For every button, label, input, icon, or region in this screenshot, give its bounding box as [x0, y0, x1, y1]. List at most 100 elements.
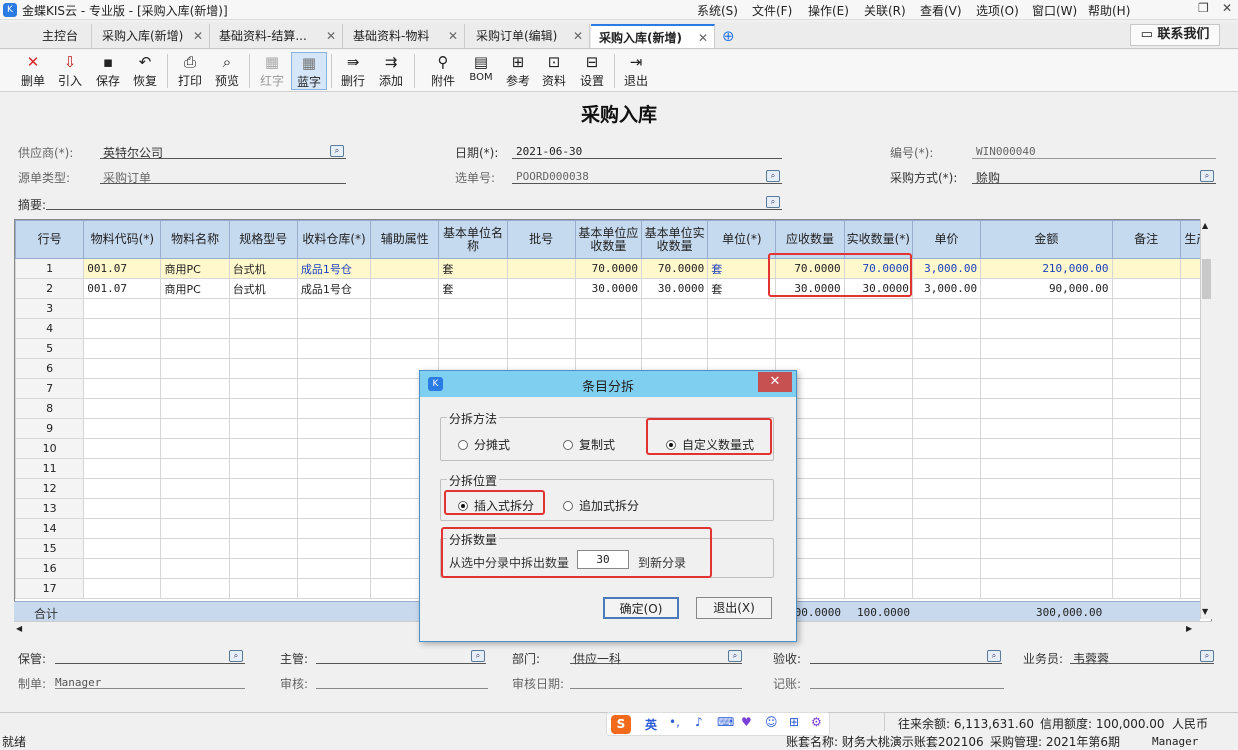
grid-cell[interactable] [843, 298, 913, 319]
menu-view[interactable]: 查看(V) [920, 2, 962, 19]
grid-cell[interactable] [707, 298, 777, 319]
attachment-button[interactable]: ⚲ 附件 [425, 52, 461, 90]
grid-cell[interactable] [438, 298, 508, 319]
tab-close-icon[interactable]: ✕ [573, 24, 583, 48]
grid-cell[interactable] [296, 558, 372, 579]
scroll-down-icon[interactable]: ▼ [1202, 607, 1208, 616]
grid-cell[interactable] [160, 378, 230, 399]
grid-cell[interactable] [911, 478, 982, 499]
grid-cell[interactable] [83, 318, 162, 339]
grid-cell[interactable] [83, 338, 162, 359]
grid-cell[interactable] [296, 398, 372, 419]
grid-cell[interactable] [506, 298, 576, 319]
grid-cell[interactable] [911, 538, 982, 559]
inspect-lookup-icon[interactable]: ⌕ [987, 650, 1001, 662]
grid-cell[interactable] [1111, 558, 1181, 579]
grid-cell[interactable] [911, 498, 982, 519]
grid-cell[interactable] [980, 478, 1113, 499]
grid-cell[interactable] [228, 378, 298, 399]
grid-cell[interactable] [296, 378, 372, 399]
grid-cell[interactable] [160, 338, 230, 359]
grid-cell[interactable] [296, 578, 372, 599]
table-row[interactable]: 5 [15, 338, 1211, 359]
menu-file[interactable]: 文件(F) [752, 2, 792, 19]
settings-gear-icon[interactable]: ⚙ [811, 715, 822, 729]
grid-cell[interactable] [1111, 338, 1181, 359]
tab-close-icon[interactable]: ✕ [698, 26, 708, 50]
settings-button[interactable]: ⊟ 设置 [574, 52, 610, 90]
grid-cell[interactable] [911, 338, 982, 359]
grid-cell[interactable] [296, 318, 372, 339]
grid-cell[interactable] [228, 418, 298, 439]
grid-cell[interactable] [843, 578, 913, 599]
save-button[interactable]: ▪ 保存 [90, 52, 126, 90]
grid-cell[interactable] [228, 298, 298, 319]
unit-cell[interactable]: 套 [707, 278, 777, 299]
grid-cell[interactable] [370, 318, 440, 339]
grid-cell[interactable] [438, 338, 508, 359]
grid-cell[interactable] [843, 498, 913, 519]
grid-cell[interactable] [506, 318, 576, 339]
import-button[interactable]: ⇩ 引入 [52, 52, 88, 90]
grid-cell[interactable] [228, 458, 298, 479]
grid-cell[interactable] [296, 458, 372, 479]
menu-help[interactable]: 帮助(H) [1088, 2, 1130, 19]
tab-console[interactable]: 主控台 [34, 24, 92, 48]
grid-cell[interactable] [296, 538, 372, 559]
red-word-button[interactable]: ▦ 红字 [254, 52, 290, 90]
grid-cell[interactable] [980, 498, 1113, 519]
material-code-cell[interactable]: 001.07 [83, 278, 162, 299]
grid-cell[interactable] [980, 438, 1113, 459]
material-name-cell[interactable]: 商用PC [160, 258, 230, 279]
toolbox-icon[interactable]: ⊞ [789, 715, 799, 729]
grid-cell[interactable] [980, 518, 1113, 539]
dialog-close-button[interactable]: ✕ [758, 372, 792, 392]
tab-close-icon[interactable]: ✕ [193, 24, 203, 48]
grid-cell[interactable] [911, 418, 982, 439]
grid-cell[interactable] [160, 538, 230, 559]
grid-cell[interactable] [1111, 498, 1181, 519]
ok-button[interactable]: 确定(O) [603, 597, 679, 619]
grid-cell[interactable] [83, 518, 162, 539]
keeper-underline[interactable] [55, 663, 245, 664]
scroll-thumb[interactable] [1202, 259, 1211, 299]
col-header[interactable]: 基本单位实收数量 [641, 220, 709, 259]
col-header[interactable]: 收料仓库(*) [296, 220, 372, 259]
grid-cell[interactable] [83, 298, 162, 319]
grid-cell[interactable] [775, 318, 845, 339]
dept-lookup-icon[interactable]: ⌕ [728, 650, 742, 662]
grid-cell[interactable] [228, 578, 298, 599]
select-no-value[interactable]: POORD000038 [516, 170, 589, 183]
unit-cell[interactable]: 套 [707, 258, 777, 279]
grid-cell[interactable] [980, 458, 1113, 479]
grid-cell[interactable] [843, 358, 913, 379]
base-unit-cell[interactable]: 套 [438, 278, 508, 299]
print-button[interactable]: ⎙ 打印 [172, 52, 208, 90]
delete-row-button[interactable]: ⇛ 删行 [335, 52, 371, 90]
blue-word-button[interactable]: ▦ 蓝字 [291, 52, 327, 90]
grid-cell[interactable] [980, 398, 1113, 419]
restore-button[interactable]: ↶ 恢复 [127, 52, 163, 90]
grid-cell[interactable] [228, 398, 298, 419]
grid-cell[interactable] [160, 318, 230, 339]
grid-cell[interactable] [160, 298, 230, 319]
grid-cell[interactable] [1111, 518, 1181, 539]
grid-cell[interactable] [83, 498, 162, 519]
grid-cell[interactable] [980, 418, 1113, 439]
grid-cell[interactable] [1111, 378, 1181, 399]
col-header[interactable]: 辅助属性 [370, 220, 440, 259]
grid-cell[interactable] [160, 398, 230, 419]
number-value[interactable]: WIN000040 [976, 145, 1036, 158]
grid-cell[interactable] [911, 378, 982, 399]
exit-button[interactable]: ⇥ 退出 [618, 52, 654, 90]
grid-cell[interactable] [296, 418, 372, 439]
scroll-right-icon[interactable]: ▶ [1186, 624, 1192, 633]
inspect-underline[interactable] [810, 663, 1002, 664]
date-value[interactable]: 2021-06-30 [516, 145, 582, 158]
grid-cell[interactable] [641, 338, 709, 359]
grid-cell[interactable] [83, 358, 162, 379]
grid-cell[interactable] [911, 318, 982, 339]
grid-cell[interactable] [843, 418, 913, 439]
grid-cell[interactable] [83, 378, 162, 399]
grid-cell[interactable] [574, 318, 643, 339]
